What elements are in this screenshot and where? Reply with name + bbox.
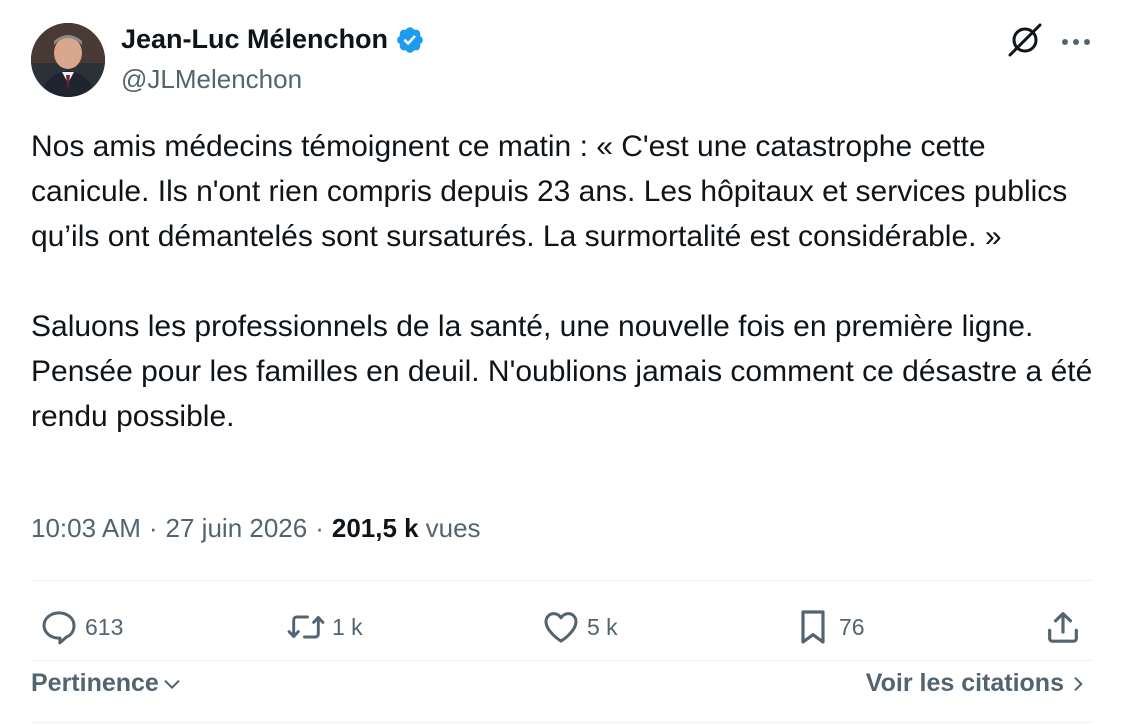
tweet-paragraph: Saluons les professionnels de la santé, … [31,310,1093,433]
like-count: 5 k [587,613,618,640]
author-name[interactable]: Jean-Luc Mélenchon [121,24,425,55]
like-button[interactable]: 5 k [541,603,618,651]
tweet-paragraph: Nos amis médecins témoignent ce matin : … [31,130,1068,253]
reply-button[interactable]: 613 [39,603,123,651]
meta-separator: · [315,513,324,543]
more-icon [1061,33,1091,51]
meta-separator: · [148,513,158,543]
views-label: vues [425,513,481,543]
view-quotes-link[interactable]: Voir les citations [866,669,1088,698]
reply-icon [39,607,79,647]
tweet-meta: 10:03 AM · 27 juin 2026 · 201,5 k vues [31,513,481,544]
chevron-down-icon [161,673,183,695]
repost-count: 1 k [332,613,363,640]
share-button[interactable] [1043,603,1083,651]
divider [31,580,1093,581]
action-bar: 613 1 k 5 k 76 [31,603,1093,651]
reply-count: 613 [85,613,124,640]
verified-badge-icon [395,25,425,55]
author-handle[interactable]: @JLMelenchon [121,64,302,95]
tweet-date[interactable]: 27 juin 2026 [166,513,308,544]
repost-button[interactable]: 1 k [286,603,363,651]
share-icon [1043,607,1083,647]
view-quotes-label: Voir les citations [865,669,1064,697]
divider [31,660,1093,661]
divider [31,722,1093,723]
author-avatar[interactable] [31,23,105,97]
repost-icon [286,607,326,647]
tweet: Jean-Luc Mélenchon @JLMelenchon Nos amis… [0,0,1123,725]
bookmark-button[interactable]: 76 [793,603,865,651]
grok-icon [1006,21,1044,64]
author-name-text: Jean-Luc Mélenchon [121,24,389,54]
tweet-time[interactable]: 10:03 AM [31,513,141,544]
bookmark-icon [793,607,833,647]
sort-label: Pertinence [31,669,159,697]
sort-dropdown[interactable]: Pertinence [31,669,183,698]
more-options-button[interactable] [1055,22,1097,62]
chevron-right-icon [1068,673,1088,695]
grok-button[interactable] [1005,22,1045,62]
heart-icon [541,607,581,647]
views-count: 201,5 k [331,513,419,543]
tweet-text: Nos amis médecins témoignent ce matin : … [31,124,1096,439]
bookmark-count: 76 [839,613,865,640]
